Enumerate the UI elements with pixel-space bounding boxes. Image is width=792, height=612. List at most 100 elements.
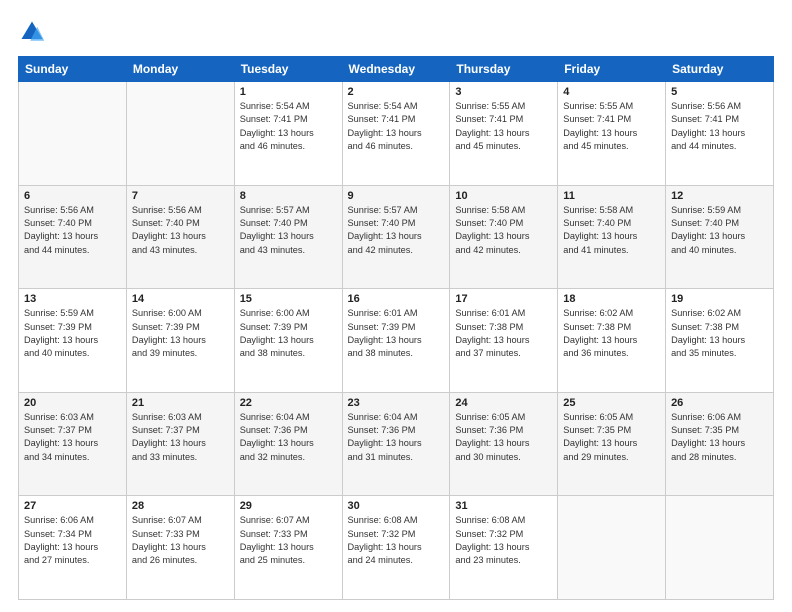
calendar-cell: 2 Sunrise: 5:54 AMSunset: 7:41 PMDaylight… <box>342 82 450 186</box>
weekday-header: Saturday <box>666 57 774 82</box>
calendar-cell: 31 Sunrise: 6:08 AMSunset: 7:32 PMDayligh… <box>450 496 558 600</box>
day-number: 16 <box>348 293 445 305</box>
calendar-table: SundayMondayTuesdayWednesdayThursdayFrid… <box>18 56 774 600</box>
day-number: 28 <box>132 500 229 512</box>
day-number: 21 <box>132 397 229 409</box>
calendar-cell: 11 Sunrise: 5:58 AMSunset: 7:40 PMDayligh… <box>558 185 666 289</box>
logo-icon <box>18 18 46 46</box>
day-number: 8 <box>240 190 337 202</box>
calendar-cell: 1 Sunrise: 5:54 AMSunset: 7:41 PMDaylight… <box>234 82 342 186</box>
day-number: 22 <box>240 397 337 409</box>
weekday-header: Sunday <box>19 57 127 82</box>
calendar-cell: 28 Sunrise: 6:07 AMSunset: 7:33 PMDayligh… <box>126 496 234 600</box>
calendar-cell <box>558 496 666 600</box>
day-number: 1 <box>240 86 337 98</box>
day-number: 29 <box>240 500 337 512</box>
calendar-cell: 13Sunrise: 5:59 AMSunset: 7:39 PMDayligh… <box>19 289 127 393</box>
calendar-cell <box>126 82 234 186</box>
day-number: 27 <box>24 500 121 512</box>
calendar-cell: 30Sunrise: 6:08 AMSunset: 7:32 PMDayligh… <box>342 496 450 600</box>
calendar-cell <box>19 82 127 186</box>
day-number: 14 <box>132 293 229 305</box>
day-info: Sunrise: 6:07 AMSunset: 7:33 PMDaylight:… <box>132 514 229 567</box>
calendar-cell: 27 Sunrise: 6:06 AMSunset: 7:34 PMDayligh… <box>19 496 127 600</box>
day-number: 23 <box>348 397 445 409</box>
day-info: Sunrise: 5:59 AMSunset: 7:40 PMDaylight:… <box>671 204 768 257</box>
day-info: Sunrise: 6:04 AMSunset: 7:36 PMDaylight:… <box>240 411 337 464</box>
calendar-cell: 24 Sunrise: 6:05 AMSunset: 7:36 PMDayligh… <box>450 392 558 496</box>
day-info: Sunrise: 6:00 AMSunset: 7:39 PMDaylight:… <box>240 307 337 360</box>
day-info: Sunrise: 5:57 AMSunset: 7:40 PMDaylight:… <box>348 204 445 257</box>
day-number: 4 <box>563 86 660 98</box>
calendar-cell: 4Sunrise: 5:55 AMSunset: 7:41 PMDaylight… <box>558 82 666 186</box>
day-number: 18 <box>563 293 660 305</box>
day-info: Sunrise: 6:05 AMSunset: 7:35 PMDaylight:… <box>563 411 660 464</box>
calendar-cell: 23 Sunrise: 6:04 AMSunset: 7:36 PMDayligh… <box>342 392 450 496</box>
day-number: 3 <box>455 86 552 98</box>
day-info: Sunrise: 5:58 AMSunset: 7:40 PMDaylight:… <box>563 204 660 257</box>
page: SundayMondayTuesdayWednesdayThursdayFrid… <box>0 0 792 612</box>
calendar-cell: 29 Sunrise: 6:07 AMSunset: 7:33 PMDayligh… <box>234 496 342 600</box>
day-number: 12 <box>671 190 768 202</box>
day-number: 30 <box>348 500 445 512</box>
day-info: Sunrise: 6:03 AMSunset: 7:37 PMDaylight:… <box>24 411 121 464</box>
day-number: 19 <box>671 293 768 305</box>
calendar-cell: 12 Sunrise: 5:59 AMSunset: 7:40 PMDayligh… <box>666 185 774 289</box>
day-info: Sunrise: 6:04 AMSunset: 7:36 PMDaylight:… <box>348 411 445 464</box>
calendar-cell: 20 Sunrise: 6:03 AMSunset: 7:37 PMDayligh… <box>19 392 127 496</box>
day-number: 10 <box>455 190 552 202</box>
day-number: 2 <box>348 86 445 98</box>
day-info: Sunrise: 6:01 AMSunset: 7:38 PMDaylight:… <box>455 307 552 360</box>
calendar-cell: 26 Sunrise: 6:06 AMSunset: 7:35 PMDayligh… <box>666 392 774 496</box>
day-info: Sunrise: 6:06 AMSunset: 7:34 PMDaylight:… <box>24 514 121 567</box>
weekday-header: Friday <box>558 57 666 82</box>
calendar-cell: 9 Sunrise: 5:57 AMSunset: 7:40 PMDaylight… <box>342 185 450 289</box>
day-info: Sunrise: 5:56 AMSunset: 7:40 PMDaylight:… <box>132 204 229 257</box>
day-number: 7 <box>132 190 229 202</box>
day-number: 26 <box>671 397 768 409</box>
calendar-cell: 19 Sunrise: 6:02 AMSunset: 7:38 PMDayligh… <box>666 289 774 393</box>
calendar-cell <box>666 496 774 600</box>
day-info: Sunrise: 6:00 AMSunset: 7:39 PMDaylight:… <box>132 307 229 360</box>
day-number: 15 <box>240 293 337 305</box>
day-info: Sunrise: 5:54 AMSunset: 7:41 PMDaylight:… <box>240 100 337 153</box>
calendar-cell: 16 Sunrise: 6:01 AMSunset: 7:39 PMDayligh… <box>342 289 450 393</box>
calendar-cell: 6 Sunrise: 5:56 AMSunset: 7:40 PMDaylight… <box>19 185 127 289</box>
day-info: Sunrise: 6:07 AMSunset: 7:33 PMDaylight:… <box>240 514 337 567</box>
day-info: Sunrise: 5:58 AMSunset: 7:40 PMDaylight:… <box>455 204 552 257</box>
calendar-cell: 21 Sunrise: 6:03 AMSunset: 7:37 PMDayligh… <box>126 392 234 496</box>
day-number: 5 <box>671 86 768 98</box>
day-number: 11 <box>563 190 660 202</box>
day-number: 17 <box>455 293 552 305</box>
day-info: Sunrise: 5:57 AMSunset: 7:40 PMDaylight:… <box>240 204 337 257</box>
day-number: 9 <box>348 190 445 202</box>
calendar-week-row: 1 Sunrise: 5:54 AMSunset: 7:41 PMDaylight… <box>19 82 774 186</box>
day-number: 20 <box>24 397 121 409</box>
day-info: Sunrise: 6:06 AMSunset: 7:35 PMDaylight:… <box>671 411 768 464</box>
day-info: Sunrise: 5:56 AMSunset: 7:41 PMDaylight:… <box>671 100 768 153</box>
weekday-header: Tuesday <box>234 57 342 82</box>
weekday-header-row: SundayMondayTuesdayWednesdayThursdayFrid… <box>19 57 774 82</box>
day-info: Sunrise: 6:08 AMSunset: 7:32 PMDaylight:… <box>455 514 552 567</box>
weekday-header: Monday <box>126 57 234 82</box>
calendar-week-row: 20 Sunrise: 6:03 AMSunset: 7:37 PMDayligh… <box>19 392 774 496</box>
calendar-week-row: 6 Sunrise: 5:56 AMSunset: 7:40 PMDaylight… <box>19 185 774 289</box>
calendar-week-row: 27 Sunrise: 6:06 AMSunset: 7:34 PMDayligh… <box>19 496 774 600</box>
day-info: Sunrise: 6:02 AMSunset: 7:38 PMDaylight:… <box>671 307 768 360</box>
day-number: 24 <box>455 397 552 409</box>
day-number: 6 <box>24 190 121 202</box>
weekday-header: Thursday <box>450 57 558 82</box>
day-number: 31 <box>455 500 552 512</box>
day-info: Sunrise: 5:56 AMSunset: 7:40 PMDaylight:… <box>24 204 121 257</box>
calendar-cell: 18Sunrise: 6:02 AMSunset: 7:38 PMDayligh… <box>558 289 666 393</box>
day-info: Sunrise: 6:03 AMSunset: 7:37 PMDaylight:… <box>132 411 229 464</box>
day-info: Sunrise: 6:05 AMSunset: 7:36 PMDaylight:… <box>455 411 552 464</box>
logo <box>18 18 50 46</box>
day-info: Sunrise: 6:01 AMSunset: 7:39 PMDaylight:… <box>348 307 445 360</box>
calendar-cell: 14 Sunrise: 6:00 AMSunset: 7:39 PMDayligh… <box>126 289 234 393</box>
day-info: Sunrise: 5:54 AMSunset: 7:41 PMDaylight:… <box>348 100 445 153</box>
calendar-cell: 8 Sunrise: 5:57 AMSunset: 7:40 PMDaylight… <box>234 185 342 289</box>
day-number: 13 <box>24 293 121 305</box>
calendar-cell: 25Sunrise: 6:05 AMSunset: 7:35 PMDayligh… <box>558 392 666 496</box>
day-info: Sunrise: 5:55 AMSunset: 7:41 PMDaylight:… <box>455 100 552 153</box>
